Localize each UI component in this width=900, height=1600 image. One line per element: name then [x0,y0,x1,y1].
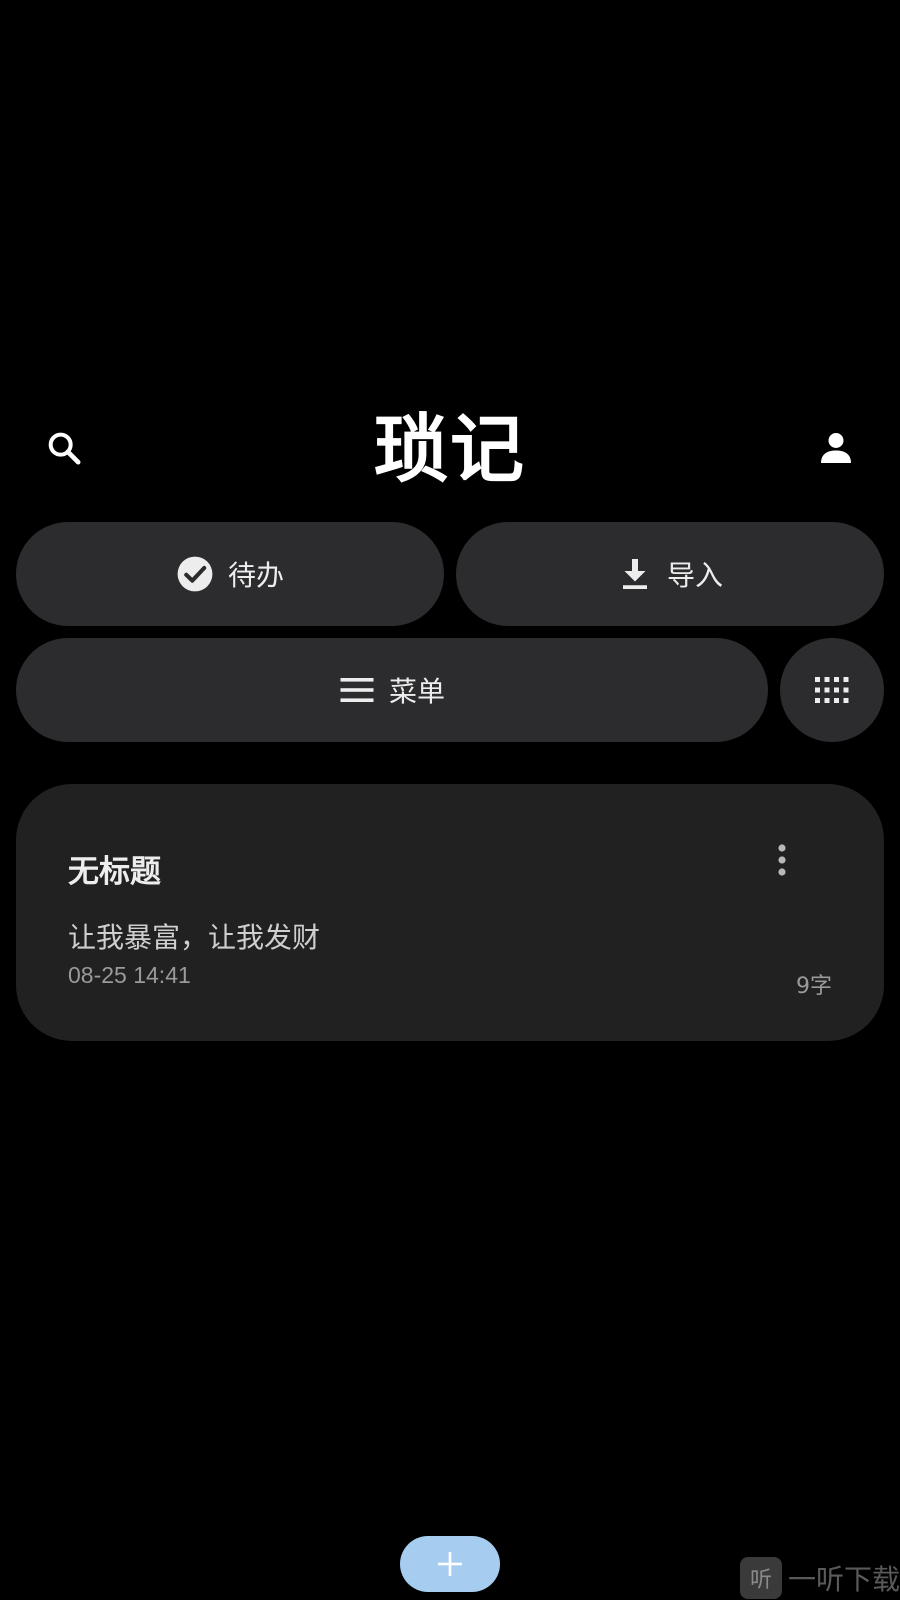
note-timestamp: 08-25 14:41 [68,962,191,988]
add-note-button[interactable] [400,1536,500,1592]
grid-view-button[interactable] [780,638,884,742]
plus-icon [438,1552,462,1576]
menu-button[interactable]: 菜单 [16,638,768,742]
note-card[interactable]: 无标题 让我暴富，让我发财 08-25 14:41 9字 [16,784,884,1041]
more-vertical-icon [778,844,786,876]
notes-home-screen: 琐记 待办 导入 菜单 无标题 让我暴富，让我发财 08-25 14:41 9字… [0,0,900,1600]
todo-label: 待办 [227,559,284,592]
note-body: 让我暴富，让我发财 [68,921,321,954]
account-button[interactable] [812,424,860,472]
watermark-logo: 听 [740,1557,782,1599]
menu-label: 菜单 [388,675,445,708]
hamburger-menu-icon [339,675,375,705]
watermark-text: 一听下载 [788,1563,900,1596]
note-word-count: 9字 [796,974,832,999]
watermark: 听 一听下载 [740,1556,900,1600]
download-icon [617,556,653,592]
check-circle-icon [176,555,214,593]
import-button[interactable]: 导入 [456,522,884,626]
more-options-button[interactable] [762,838,802,882]
grid-view-icon [815,677,849,703]
import-label: 导入 [666,559,723,592]
todo-button[interactable]: 待办 [16,522,444,626]
account-icon [821,433,851,463]
app-title: 琐记 [374,407,526,493]
note-title: 无标题 [68,854,161,890]
